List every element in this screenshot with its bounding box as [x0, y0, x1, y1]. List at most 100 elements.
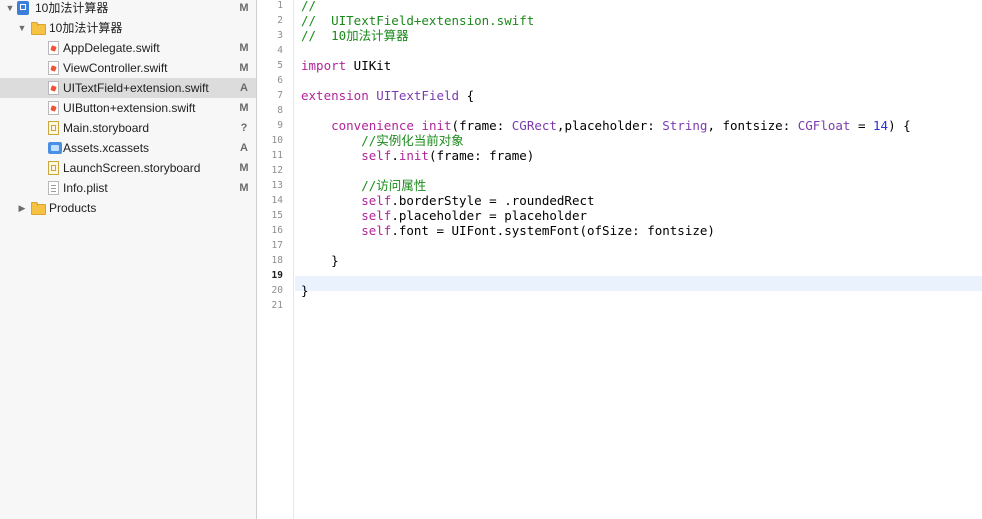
code-token-keyword: init — [398, 148, 429, 163]
code-line[interactable]: // — [301, 0, 316, 13]
navigator-item-label: 10加法计算器 — [49, 21, 123, 35]
code-line[interactable]: } — [301, 253, 339, 268]
code-line[interactable]: convenience init(frame: CGRect,placehold… — [301, 118, 911, 133]
code-token-plain: = — [850, 118, 874, 133]
code-line[interactable]: //实例化当前对象 — [301, 133, 464, 148]
navigator-item-label: ViewController.swift — [63, 61, 168, 75]
code-line[interactable]: import UIKit — [301, 58, 391, 73]
project-navigator: ▼ 10加法计算器 M ▼ 10加法计算器 AppDelegate.swift M ViewC… — [0, 0, 257, 519]
code-token-plain: (frame: frame) — [428, 148, 535, 163]
code-token-plain: . — [391, 148, 399, 163]
line-number: 13 — [271, 180, 283, 191]
code-token-type: UITextField — [376, 88, 460, 103]
code-token-comment: //实例化当前对象 — [361, 133, 464, 148]
code-token-plain: } — [301, 283, 309, 298]
navigator-item[interactable]: ▼ 10加法计算器 M — [0, 0, 256, 18]
navigator-item[interactable]: Info.plist M — [0, 178, 256, 198]
source-editor[interactable] — [295, 0, 982, 519]
source-control-status-badge: ? — [240, 122, 248, 134]
storyboard-icon — [48, 161, 59, 175]
line-number: 16 — [271, 225, 283, 236]
code-token-keyword: self — [361, 223, 392, 238]
navigator-item[interactable]: ViewController.swift M — [0, 58, 256, 78]
code-token-plain: , fontsize: — [707, 118, 798, 133]
navigator-item-label: Products — [49, 201, 97, 215]
code-token-plain: (frame: — [451, 118, 512, 133]
folder-icon — [31, 201, 46, 215]
line-number-gutter: 1 2 3 4 5 6 7 8 9 10 11 12 13 14 15 16 17 18 19 20 21 — [258, 0, 294, 519]
disclosure-expanded-icon[interactable]: ▼ — [4, 0, 16, 18]
code-line[interactable]: self.font = UIFont.systemFont(ofSize: fo… — [301, 223, 715, 238]
navigator-item[interactable]: UIButton+extension.swift M — [0, 98, 256, 118]
code-token-plain: UIKit — [346, 58, 392, 73]
code-line[interactable]: extension UITextField { — [301, 88, 474, 103]
line-number: 12 — [271, 165, 283, 176]
line-number: 15 — [271, 210, 283, 221]
line-number: 6 — [277, 75, 283, 86]
line-number: 17 — [271, 240, 283, 251]
line-number: 19 — [271, 270, 283, 281]
code-token-comment: //访问属性 — [361, 178, 427, 193]
current-line-highlight — [295, 276, 982, 291]
navigator-item[interactable]: LaunchScreen.storyboard M — [0, 158, 256, 178]
swift-file-icon — [48, 81, 59, 95]
source-control-status-badge: A — [240, 82, 248, 94]
navigator-item-label: UIButton+extension.swift — [63, 101, 196, 115]
navigator-item-label: AppDelegate.swift — [63, 41, 160, 55]
source-control-status-badge: A — [240, 142, 248, 154]
line-number: 5 — [277, 60, 283, 71]
line-number: 7 — [277, 90, 283, 101]
code-line[interactable]: self.init(frame: frame) — [301, 148, 534, 163]
code-line[interactable]: //访问属性 — [301, 178, 426, 193]
code-token-comment: // 10加法计算器 — [301, 28, 409, 43]
assets-icon — [48, 142, 62, 154]
source-control-status-badge: M — [239, 182, 249, 194]
navigator-item[interactable]: Assets.xcassets A — [0, 138, 256, 158]
line-number: 4 — [277, 45, 283, 56]
disclosure-expanded-icon[interactable]: ▼ — [16, 18, 28, 38]
source-control-status-badge: M — [239, 62, 249, 74]
navigator-item[interactable]: ▶ Products — [0, 198, 256, 218]
code-token-plain: ,placeholder: — [556, 118, 663, 133]
code-line[interactable]: // 10加法计算器 — [301, 28, 409, 43]
line-number: 11 — [271, 150, 283, 161]
navigator-item[interactable]: ▼ 10加法计算器 — [0, 18, 256, 38]
code-line[interactable]: self.placeholder = placeholder — [301, 208, 587, 223]
plist-icon — [48, 181, 59, 195]
code-line[interactable]: self.borderStyle = .roundedRect — [301, 193, 594, 208]
navigator-item-label: UITextField+extension.swift — [63, 81, 209, 95]
navigator-item-label: LaunchScreen.storyboard — [63, 161, 201, 175]
navigator-item[interactable]: AppDelegate.swift M — [0, 38, 256, 58]
navigator-item-label: 10加法计算器 — [35, 1, 109, 15]
code-token-plain: .font = UIFont.systemFont(ofSize: fontsi… — [391, 223, 715, 238]
code-token-comment: // — [301, 0, 317, 13]
swift-file-icon — [48, 61, 59, 75]
source-control-status-badge: M — [239, 102, 249, 114]
line-number: 10 — [271, 135, 283, 146]
code-token-plain: { — [459, 88, 475, 103]
code-token-type: String — [662, 118, 708, 133]
navigator-item-label: Assets.xcassets — [63, 141, 150, 155]
line-number: 1 — [277, 0, 283, 11]
line-number: 20 — [271, 285, 283, 296]
code-token-keyword: self — [361, 208, 392, 223]
disclosure-collapsed-icon[interactable]: ▶ — [16, 198, 28, 218]
code-token-comment: // UITextField+extension.swift — [301, 13, 535, 28]
line-number: 3 — [277, 30, 283, 41]
line-number: 18 — [271, 255, 283, 266]
code-token-keyword: extension — [301, 88, 369, 103]
code-token-keyword: convenience — [331, 118, 414, 133]
line-number: 14 — [271, 195, 283, 206]
navigator-item[interactable]: UITextField+extension.swift A — [0, 78, 256, 98]
navigator-item[interactable]: Main.storyboard? — [0, 118, 256, 138]
swift-file-icon — [48, 101, 59, 115]
storyboard-icon — [48, 121, 59, 135]
code-line[interactable]: // UITextField+extension.swift — [301, 13, 534, 28]
code-line[interactable]: } — [301, 283, 309, 298]
